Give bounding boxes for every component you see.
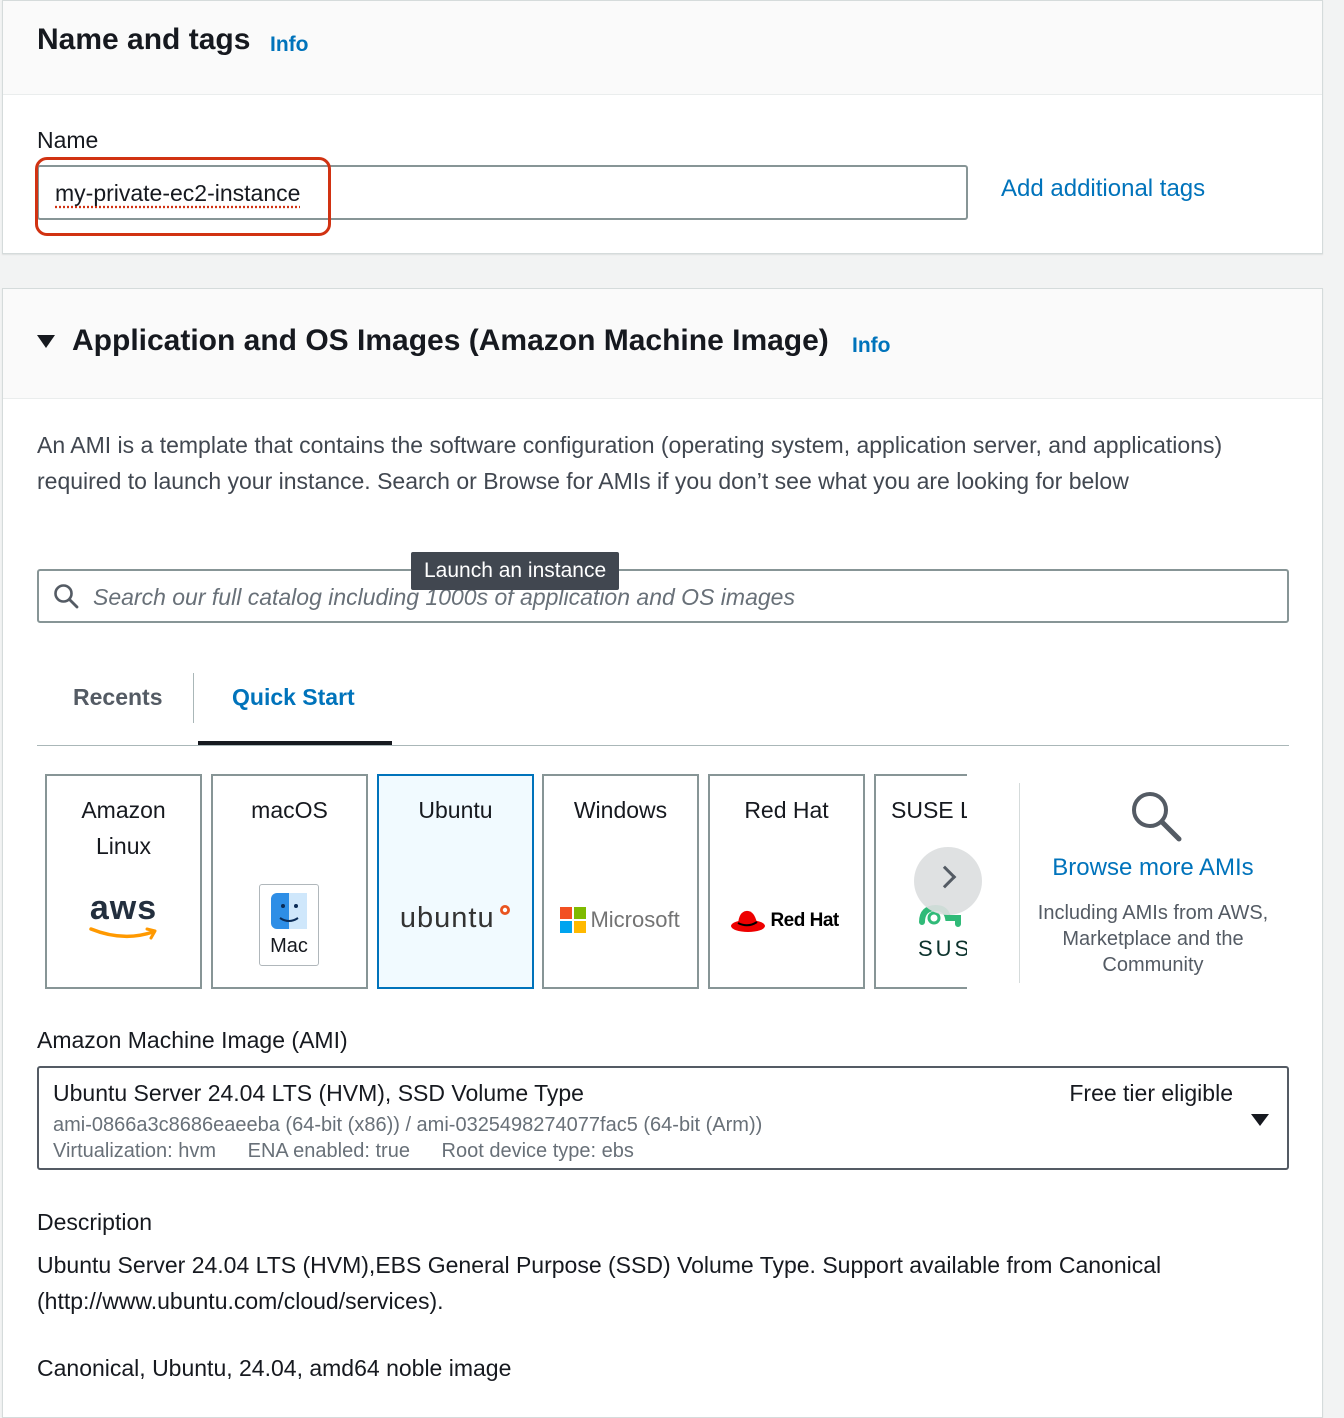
- name-label: Name: [37, 127, 99, 153]
- os-card-amazon-linux[interactable]: Amazon Linux aws: [45, 774, 202, 989]
- ami-select-name: Ubuntu Server 24.04 LTS (HVM), SSD Volum…: [53, 1080, 584, 1106]
- caret-down-icon[interactable]: [1251, 1114, 1269, 1126]
- suse-logo-text: SUS: [918, 936, 967, 961]
- free-tier-badge: Free tier eligible: [1069, 1080, 1233, 1106]
- aws-logo: aws: [47, 890, 200, 942]
- name-and-tags-title: Name and tags: [37, 23, 251, 56]
- description-label: Description: [37, 1209, 153, 1235]
- ami-ena: ENA enabled: true: [247, 1140, 410, 1162]
- browse-more-amis-subtext: Including AMIs from AWS, Marketplace and…: [1037, 902, 1269, 976]
- ami-select[interactable]: Ubuntu Server 24.04 LTS (HVM), SSD Volum…: [37, 1066, 1289, 1170]
- description-tags: Canonical, Ubuntu, 24.04, amd64 noble im…: [37, 1355, 512, 1381]
- ami-select-label: Amazon Machine Image (AMI): [37, 1027, 348, 1053]
- search-icon: [54, 584, 79, 609]
- ubuntu-logo-text: ubuntu: [399, 902, 495, 934]
- ami-virtualization: Virtualization: hvm: [53, 1140, 217, 1162]
- launch-instance-tooltip: Launch an instance: [411, 552, 620, 590]
- ami-description: An AMI is a template that contains the s…: [37, 432, 1223, 494]
- ami-panel-title: Application and OS Images (Amazon Machin…: [72, 324, 829, 357]
- os-card-label: Amazon Linux: [81, 797, 166, 859]
- finder-icon: Mac: [259, 884, 319, 966]
- tab-divider: [193, 673, 194, 723]
- chevron-right-icon: [933, 865, 957, 889]
- tab-quick-start[interactable]: Quick Start: [232, 684, 355, 711]
- os-card-windows[interactable]: Windows Microsoft: [542, 774, 699, 989]
- aws-logo-text: aws: [89, 889, 158, 927]
- ami-select-meta: Virtualization: hvm ENA enabled: true Ro…: [53, 1140, 660, 1163]
- ami-search-input[interactable]: Search our full catalog including 1000s …: [37, 569, 1289, 623]
- browse-search-icon: [1132, 792, 1182, 842]
- browse-more-amis-link[interactable]: Browse more AMIs: [1021, 854, 1285, 882]
- os-card-red-hat[interactable]: Red Hat Red Hat: [708, 774, 865, 989]
- microsoft-logo-text: Microsoft: [590, 907, 680, 932]
- microsoft-squares-icon: [560, 907, 586, 933]
- redhat-fedora-icon: [731, 910, 765, 932]
- tabs-divider: [37, 745, 1289, 746]
- os-card-ubuntu[interactable]: Ubuntu ubuntu: [377, 774, 534, 989]
- os-card-label: Ubuntu: [418, 797, 493, 823]
- os-card-macos[interactable]: macOS Mac: [211, 774, 368, 989]
- mac-logo-text: Mac: [270, 935, 308, 957]
- ubuntu-circle-icon: [500, 905, 511, 915]
- carousel-next-button[interactable]: [914, 847, 982, 915]
- name-and-tags-info-link[interactable]: Info: [270, 33, 308, 57]
- name-and-tags-panel: Name and tags Info Name my-private-ec2-i…: [2, 0, 1323, 254]
- caret-down-icon[interactable]: [37, 335, 55, 348]
- tab-recents[interactable]: Recents: [73, 684, 162, 711]
- os-card-label: macOS: [251, 797, 328, 823]
- browse-divider: [1019, 783, 1020, 983]
- os-card-label: Windows: [573, 797, 668, 823]
- ami-root-device: Root device type: ebs: [441, 1140, 634, 1162]
- name-and-tags-header: Name and tags Info: [3, 1, 1322, 95]
- ami-panel-header[interactable]: Application and OS Images (Amazon Machin…: [3, 289, 1322, 399]
- ami-info-link[interactable]: Info: [852, 334, 890, 358]
- finder-face-icon: [271, 893, 307, 929]
- os-card-label: SUSE L: [891, 797, 967, 823]
- redhat-logo-text: Red Hat: [770, 910, 839, 931]
- redhat-logo: Red Hat: [730, 908, 863, 934]
- add-additional-tags-link[interactable]: Add additional tags: [1001, 175, 1205, 203]
- os-card-label: Red Hat: [744, 797, 829, 823]
- ami-panel: Application and OS Images (Amazon Machin…: [2, 288, 1323, 1418]
- microsoft-logo: Microsoft: [560, 907, 697, 933]
- name-highlight-annotation: [35, 157, 331, 236]
- ubuntu-logo: ubuntu: [379, 902, 532, 935]
- ami-select-ids: ami-0866a3c8686eaeeba (64-bit (x86)) / a…: [53, 1114, 763, 1136]
- aws-smile-icon: [88, 927, 156, 940]
- description-text: Ubuntu Server 24.04 LTS (HVM),EBS Genera…: [37, 1252, 1162, 1314]
